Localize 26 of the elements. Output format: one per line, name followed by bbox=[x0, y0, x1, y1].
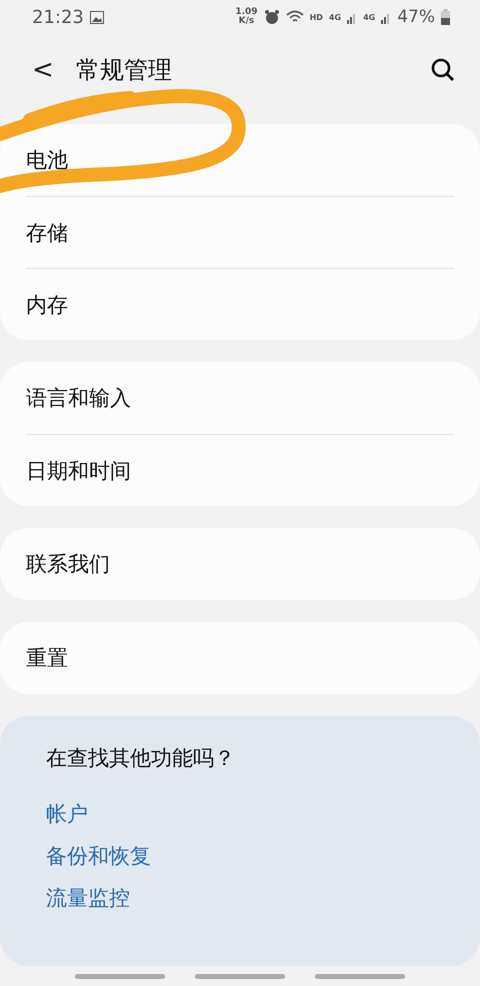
image-icon bbox=[90, 10, 104, 24]
settings-item[interactable]: 内存 bbox=[20, 290, 74, 318]
settings-item[interactable]: 语言和输入 bbox=[20, 384, 137, 412]
network-type: 4G bbox=[363, 12, 376, 22]
alarm-icon bbox=[264, 9, 280, 25]
settings-item[interactable]: 电池 bbox=[20, 146, 74, 174]
settings-item[interactable]: 重置 bbox=[20, 644, 74, 672]
network-type: 4G bbox=[328, 12, 342, 22]
status-time: 21:23 bbox=[32, 6, 84, 28]
page-title: 常规管理 bbox=[76, 55, 173, 86]
battery-percent: 47% bbox=[397, 7, 435, 27]
suggestion-link[interactable]: 帐户 bbox=[46, 800, 88, 828]
back-button[interactable]: < bbox=[28, 55, 58, 85]
network-speed: 1.09 K/s bbox=[235, 8, 258, 26]
battery-icon bbox=[441, 9, 450, 25]
suggestion-title: 在查找其他功能吗？ bbox=[46, 745, 236, 772]
nav-bar[interactable] bbox=[315, 974, 405, 978]
suggestion-link[interactable]: 流量监控 bbox=[46, 884, 130, 912]
nav-bar[interactable] bbox=[195, 974, 285, 978]
suggestion-link[interactable]: 备份和恢复 bbox=[46, 842, 151, 870]
hd-label: HD bbox=[310, 12, 323, 22]
wifi-icon bbox=[286, 10, 304, 24]
settings-item[interactable]: 日期和时间 bbox=[20, 456, 137, 484]
settings-item[interactable]: 存储 bbox=[20, 218, 74, 246]
settings-item[interactable]: 联系我们 bbox=[20, 550, 116, 578]
nav-bar[interactable] bbox=[75, 974, 165, 978]
